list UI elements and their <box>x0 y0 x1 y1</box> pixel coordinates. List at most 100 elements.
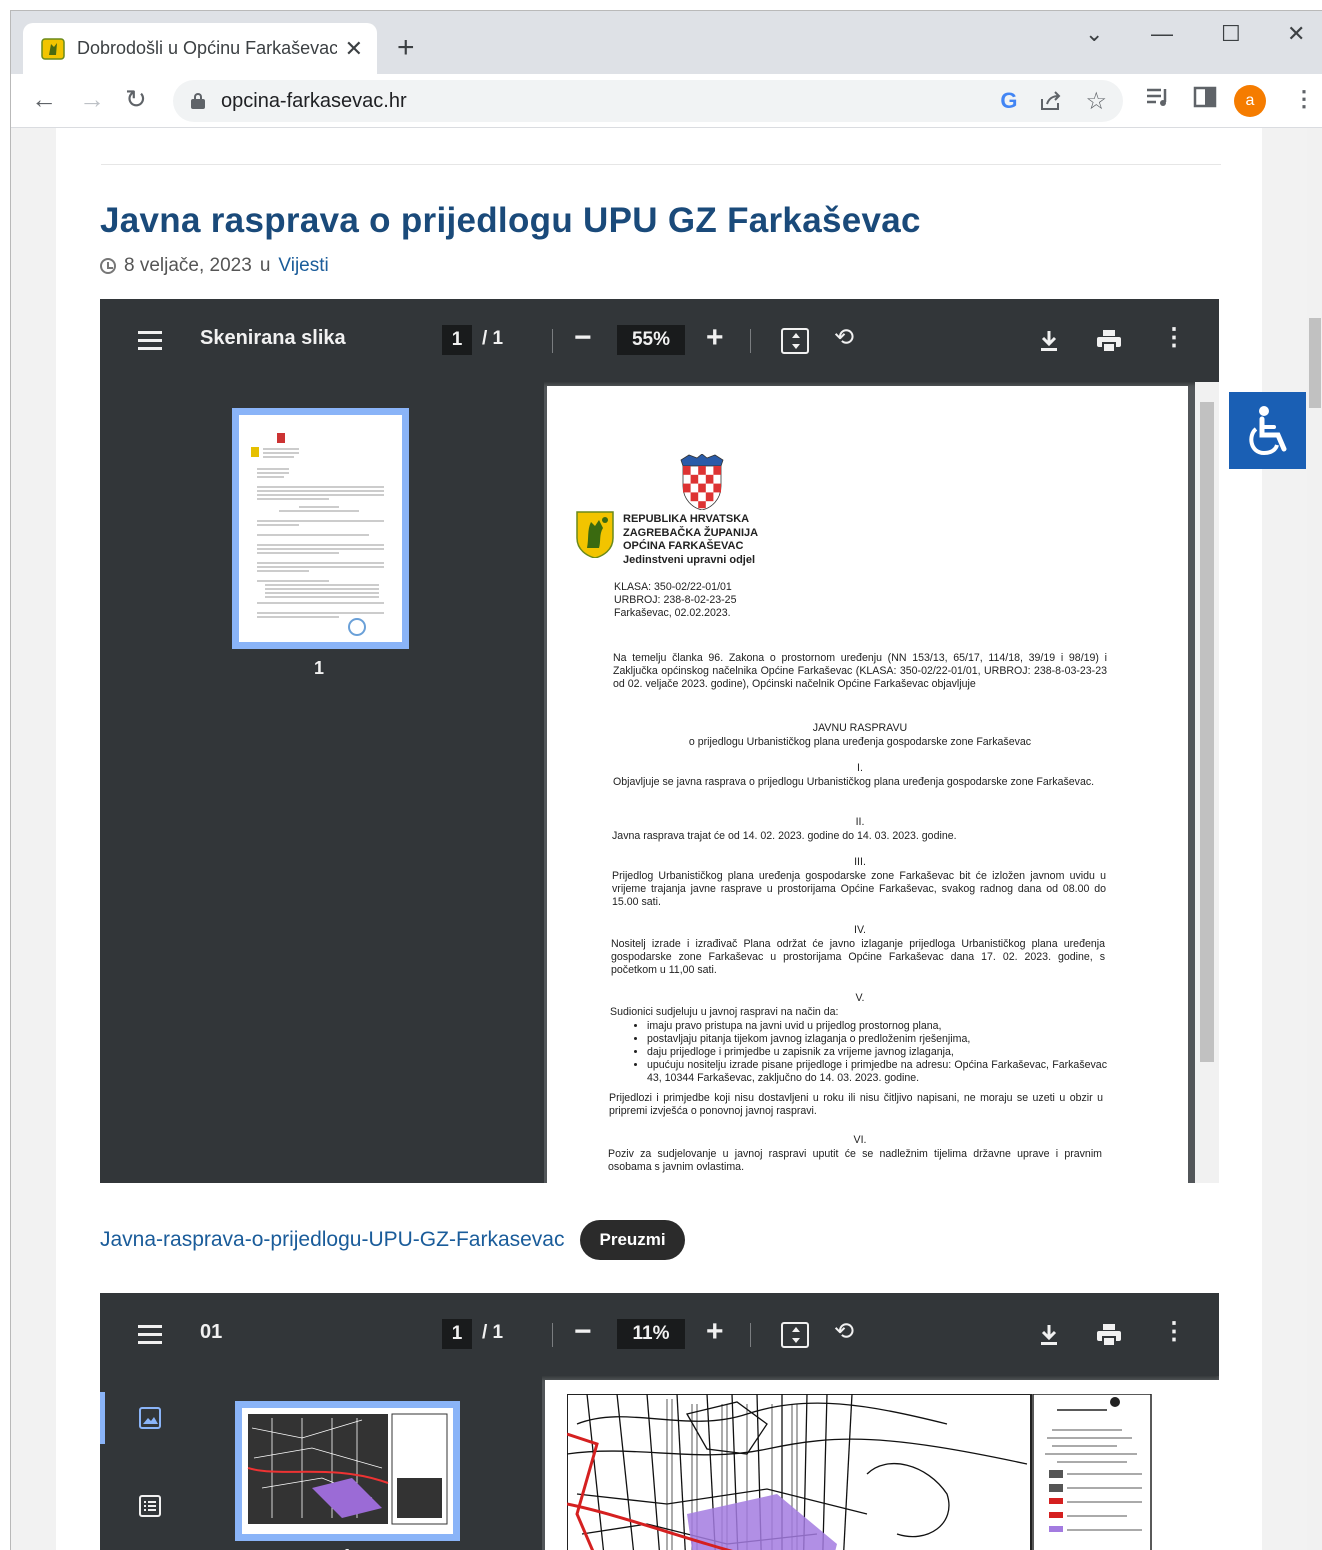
back-arrow-icon[interactable]: ← <box>31 84 57 115</box>
pdf-toolbar: 01 1 / 1 − 11% + ⟲ ⋮ <box>100 1293 1219 1376</box>
separator <box>750 329 751 353</box>
pdf-file-name: Skenirana slika <box>200 327 346 349</box>
post-in-word: u <box>259 255 271 276</box>
section-number: IV. <box>854 924 866 936</box>
minimize-icon[interactable]: — <box>1151 21 1173 47</box>
post-meta: 8 veljače, 2023 u Vijesti <box>100 255 329 277</box>
fit-page-icon[interactable] <box>781 1322 809 1348</box>
pdf-more-icon[interactable]: ⋮ <box>1162 1317 1186 1346</box>
share-icon[interactable] <box>1039 90 1063 112</box>
browser-tab[interactable]: Dobrodošli u Općinu Farkaševac ✕ <box>23 23 377 74</box>
download-icon[interactable] <box>1038 329 1060 353</box>
section-text: Javna rasprava trajat će od 14. 02. 2023… <box>612 830 957 842</box>
coat-of-arms-icon <box>680 454 724 510</box>
download-row: Javna-rasprava-o-prijedlogu-UPU-GZ-Farka… <box>100 1220 685 1260</box>
page-thumbnail[interactable] <box>232 408 409 649</box>
thumbnail-preview <box>242 1408 453 1534</box>
page-scroll-thumb[interactable] <box>1309 318 1321 408</box>
plus-icon[interactable]: + <box>706 321 724 355</box>
pdf-viewer-2: 01 1 / 1 − 11% + ⟲ ⋮ <box>100 1293 1219 1550</box>
thumbnail-number: 1 <box>342 1546 352 1550</box>
section-number: II. <box>855 816 865 828</box>
menu-icon[interactable] <box>138 331 162 351</box>
tab-strip: Dobrodošli u Općinu Farkaševac ✕ + ⌄ — ☐… <box>11 11 1322 74</box>
browser-toolbar: ← → ↻ opcina-farkasevac.hr G ☆ a ⋮ <box>11 74 1322 128</box>
thumbnail-preview <box>251 433 384 636</box>
forward-arrow-icon[interactable]: → <box>79 84 105 115</box>
document-heading: JAVNU RASPRAVU <box>812 722 908 734</box>
active-indicator <box>100 1392 105 1444</box>
profile-avatar[interactable]: a <box>1234 85 1266 117</box>
url-text[interactable]: opcina-farkasevac.hr <box>221 90 407 113</box>
pdf-more-icon[interactable]: ⋮ <box>1162 323 1186 352</box>
bullet-item: daju prijedloge i primjedbe u zapisnik z… <box>647 1046 1107 1059</box>
separator <box>552 329 553 353</box>
rotate-icon[interactable]: ⟲ <box>834 323 854 352</box>
zoom-input[interactable]: 55% <box>617 325 685 355</box>
rotate-icon[interactable]: ⟲ <box>834 1317 854 1346</box>
menu-icon[interactable] <box>138 1325 162 1345</box>
tab-search-icon[interactable]: ⌄ <box>1085 21 1103 47</box>
favicon-icon <box>41 37 65 60</box>
place-date: Farkaševac, 02.02.2023. <box>614 607 731 619</box>
media-icon[interactable] <box>1145 86 1171 108</box>
scroll-thumb[interactable] <box>1200 402 1214 1062</box>
print-icon[interactable] <box>1096 1323 1122 1347</box>
section-outro: Prijedlozi i primjedbe koji nisu dostavl… <box>609 1092 1103 1117</box>
document-header: REPUBLIKA HRVATSKA ZAGREBAČKA ŽUPANIJA O… <box>623 513 758 567</box>
thumbnails-view-icon[interactable] <box>138 1406 162 1430</box>
reload-icon[interactable]: ↻ <box>125 84 147 115</box>
zoom-input[interactable]: 11% <box>617 1319 685 1349</box>
pdf-page <box>545 1380 1219 1550</box>
accessibility-icon <box>1248 405 1286 455</box>
document-subheading: o prijedlogu Urbanističkog plana uređenj… <box>688 736 1032 748</box>
pdf-toolbar: Skenirana slika 1 / 1 − 55% + ⟲ ⋮ <box>100 299 1219 382</box>
download-icon[interactable] <box>1038 1323 1060 1347</box>
page-viewport: Javna rasprava o prijedlogu UPU GZ Farka… <box>11 128 1322 1550</box>
lock-icon[interactable] <box>191 93 205 109</box>
minus-icon[interactable]: − <box>574 1315 592 1349</box>
bullet-item: imaju pravo pristupa na javni uvid u pri… <box>647 1020 1107 1033</box>
section-text: Objavljuje se javna rasprava o prijedlog… <box>613 776 1095 788</box>
page-number-input[interactable]: 1 <box>442 1319 472 1349</box>
header-line: REPUBLIKA HRVATSKA <box>623 513 750 525</box>
accessibility-button[interactable] <box>1229 392 1306 469</box>
separator <box>750 1323 751 1347</box>
clock-icon <box>100 258 116 274</box>
section-number: V. <box>855 992 865 1004</box>
map-drawing <box>567 1394 1152 1550</box>
post-title: Javna rasprava o prijedlogu UPU GZ Farka… <box>100 201 921 240</box>
page-number-input[interactable]: 1 <box>442 325 472 355</box>
google-icon[interactable]: G <box>1000 88 1017 114</box>
new-tab-button[interactable]: + <box>397 31 415 65</box>
pdf-file-name: 01 <box>200 1321 223 1343</box>
minus-icon[interactable]: − <box>574 321 592 355</box>
print-icon[interactable] <box>1096 329 1122 353</box>
pdf-scrollbar[interactable] <box>1195 382 1219 1183</box>
close-window-icon[interactable]: ✕ <box>1287 21 1305 47</box>
thumbnail-sidebar: 1 <box>100 382 544 1183</box>
section-intro: Sudionici sudjeluju u javnoj raspravi na… <box>610 1006 839 1018</box>
plus-icon[interactable]: + <box>706 1315 724 1349</box>
page-scrollbar[interactable] <box>1307 128 1322 1550</box>
file-link[interactable]: Javna-rasprava-o-prijedlogu-UPU-GZ-Farka… <box>100 1228 564 1252</box>
section-number: III. <box>854 856 866 868</box>
section-text: Poziv za sudjelovanje u javnoj raspravi … <box>608 1148 1102 1173</box>
category-link[interactable]: Vijesti <box>278 255 328 277</box>
article-content: Javna rasprava o prijedlogu UPU GZ Farka… <box>56 128 1262 1550</box>
outline-view-icon[interactable] <box>138 1494 162 1518</box>
fit-page-icon[interactable] <box>781 328 809 354</box>
star-icon[interactable]: ☆ <box>1085 87 1107 116</box>
sidepanel-icon[interactable] <box>1193 86 1217 108</box>
header-line: OPĆINA FARKAŠEVAC <box>623 540 744 552</box>
separator <box>552 1323 553 1347</box>
tab-close-icon[interactable]: ✕ <box>345 36 363 62</box>
kebab-menu-icon[interactable]: ⋮ <box>1293 86 1315 112</box>
pdf-page: REPUBLIKA HRVATSKA ZAGREBAČKA ŽUPANIJA O… <box>547 386 1188 1183</box>
tab-title: Dobrodošli u Općinu Farkaševac <box>77 38 337 58</box>
address-bar[interactable]: opcina-farkasevac.hr G ☆ <box>173 80 1123 122</box>
page-thumbnail[interactable] <box>235 1401 460 1541</box>
bullet-item: upućuju nositelju izrade pisane prijedlo… <box>647 1059 1107 1085</box>
maximize-icon[interactable]: ☐ <box>1221 21 1241 47</box>
download-button[interactable]: Preuzmi <box>580 1220 685 1260</box>
